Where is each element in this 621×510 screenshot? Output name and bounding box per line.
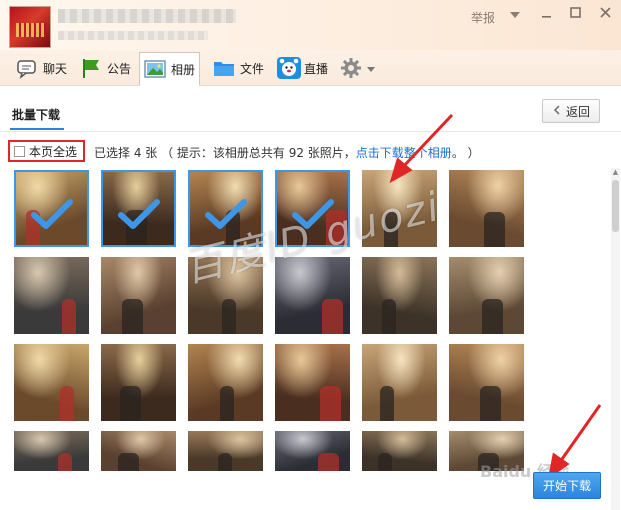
check-mark-icon — [117, 199, 160, 230]
photo-thumbnail[interactable] — [449, 257, 524, 334]
photo-content — [220, 386, 234, 421]
photo-content — [62, 299, 76, 334]
photo-content — [222, 299, 236, 334]
tab-announcement-label: 公告 — [107, 61, 132, 76]
checkbox-box[interactable] — [14, 145, 25, 157]
photo-thumbnail[interactable] — [101, 344, 176, 421]
back-button-label: 返回 — [565, 104, 590, 119]
photo-thumbnail[interactable] — [275, 431, 350, 471]
photo-thumbnail[interactable] — [275, 257, 350, 334]
photo-thumbnail[interactable] — [449, 170, 524, 247]
photo-content — [320, 386, 341, 421]
photo-content — [122, 299, 143, 334]
batch-download-title: 批量下载 — [12, 108, 61, 122]
live-icon — [277, 57, 301, 79]
photo-thumbnail[interactable] — [101, 431, 176, 471]
folder-icon — [213, 57, 235, 79]
photo-content — [318, 453, 339, 471]
photo-thumbnail[interactable] — [362, 344, 437, 421]
photo-thumbnail[interactable] — [275, 170, 350, 247]
photo-thumbnail[interactable] — [101, 170, 176, 247]
batch-title-underline — [10, 128, 64, 130]
check-mark-icon — [291, 199, 334, 230]
selection-info-text: 已选择 4 张 （ 提示：该相册总共有 92 张照片， — [94, 146, 356, 160]
photo-content — [120, 386, 141, 421]
caret-down-icon[interactable] — [506, 6, 524, 24]
tab-announcement[interactable]: 公告 — [76, 53, 135, 83]
photo-content — [322, 299, 343, 334]
photo-content — [480, 386, 501, 421]
select-all-label: 本页全选 — [29, 144, 78, 159]
download-whole-album-link[interactable]: 点击下载整个相册 — [356, 146, 452, 160]
photo-thumbnail[interactable] — [14, 431, 89, 471]
gear-icon — [340, 57, 362, 79]
photo-content — [60, 386, 74, 421]
selection-info: 已选择 4 张 （ 提示：该相册总共有 92 张照片，点击下载整个相册。 ） — [94, 144, 480, 161]
arrow-left-icon — [552, 104, 562, 118]
check-mark-icon — [204, 199, 247, 230]
tab-files[interactable]: 文件 — [209, 53, 268, 83]
photo-thumbnail[interactable] — [14, 170, 89, 247]
arrow-to-start-button — [558, 404, 602, 463]
photo-content — [382, 299, 396, 334]
photo-content — [218, 453, 232, 471]
announcement-flag-icon — [80, 57, 102, 79]
photo-thumbnail[interactable] — [362, 170, 437, 247]
photo-content — [384, 212, 398, 247]
caret-down-icon — [367, 61, 375, 75]
photo-thumbnail[interactable] — [275, 344, 350, 421]
photo-thumbnail[interactable] — [188, 170, 263, 247]
tab-chat-label: 聊天 — [43, 61, 68, 76]
selection-info-suffix: 。 ） — [451, 146, 480, 160]
photo-thumbnail[interactable] — [362, 257, 437, 334]
start-download-button[interactable]: 开始下载 — [533, 472, 601, 499]
photo-content — [380, 386, 394, 421]
check-mark-icon — [30, 199, 73, 230]
photo-thumbnail[interactable] — [362, 431, 437, 471]
photo-thumbnail[interactable] — [449, 344, 524, 421]
group-toolbar: 聊天 公告 相册 文件 直播 — [0, 50, 621, 86]
photo-content — [484, 212, 505, 247]
minimize-icon[interactable] — [537, 6, 555, 24]
title-bar: 举报 — [0, 0, 621, 50]
close-icon[interactable] — [596, 6, 614, 24]
photo-thumbnail[interactable] — [188, 344, 263, 421]
photo-thumbnail[interactable] — [14, 257, 89, 334]
photo-content — [118, 453, 139, 471]
tab-files-label: 文件 — [240, 61, 265, 76]
photo-content — [378, 453, 392, 471]
photo-content — [482, 299, 503, 334]
photo-thumbnail[interactable] — [101, 257, 176, 334]
photo-thumbnail[interactable] — [188, 431, 263, 471]
group-info-blurred — [58, 31, 208, 40]
settings-menu[interactable] — [336, 53, 379, 83]
report-link[interactable]: 举报 — [471, 9, 495, 26]
tab-album[interactable]: 相册 — [139, 52, 201, 86]
scrollbar-thumb[interactable] — [612, 180, 619, 232]
tab-live-label: 直播 — [304, 61, 329, 76]
scroll-up-icon[interactable]: ▲ — [611, 168, 620, 177]
album-icon — [144, 58, 166, 80]
maximize-icon[interactable] — [566, 6, 584, 24]
group-avatar[interactable] — [9, 6, 51, 48]
photo-content — [478, 453, 499, 471]
select-all-page-checkbox[interactable]: 本页全选 — [8, 140, 85, 162]
photo-thumbnail[interactable] — [449, 431, 524, 471]
header-divider — [0, 131, 621, 132]
tab-chat[interactable]: 聊天 — [12, 53, 71, 83]
back-button[interactable]: 返回 — [542, 99, 600, 123]
chat-icon — [16, 57, 38, 79]
group-name-blurred — [58, 9, 236, 23]
tab-live[interactable]: 直播 — [273, 53, 332, 83]
photo-thumbnail[interactable] — [188, 257, 263, 334]
tab-album-label: 相册 — [171, 62, 196, 77]
photo-content — [58, 453, 72, 471]
photo-thumbnail[interactable] — [14, 344, 89, 421]
